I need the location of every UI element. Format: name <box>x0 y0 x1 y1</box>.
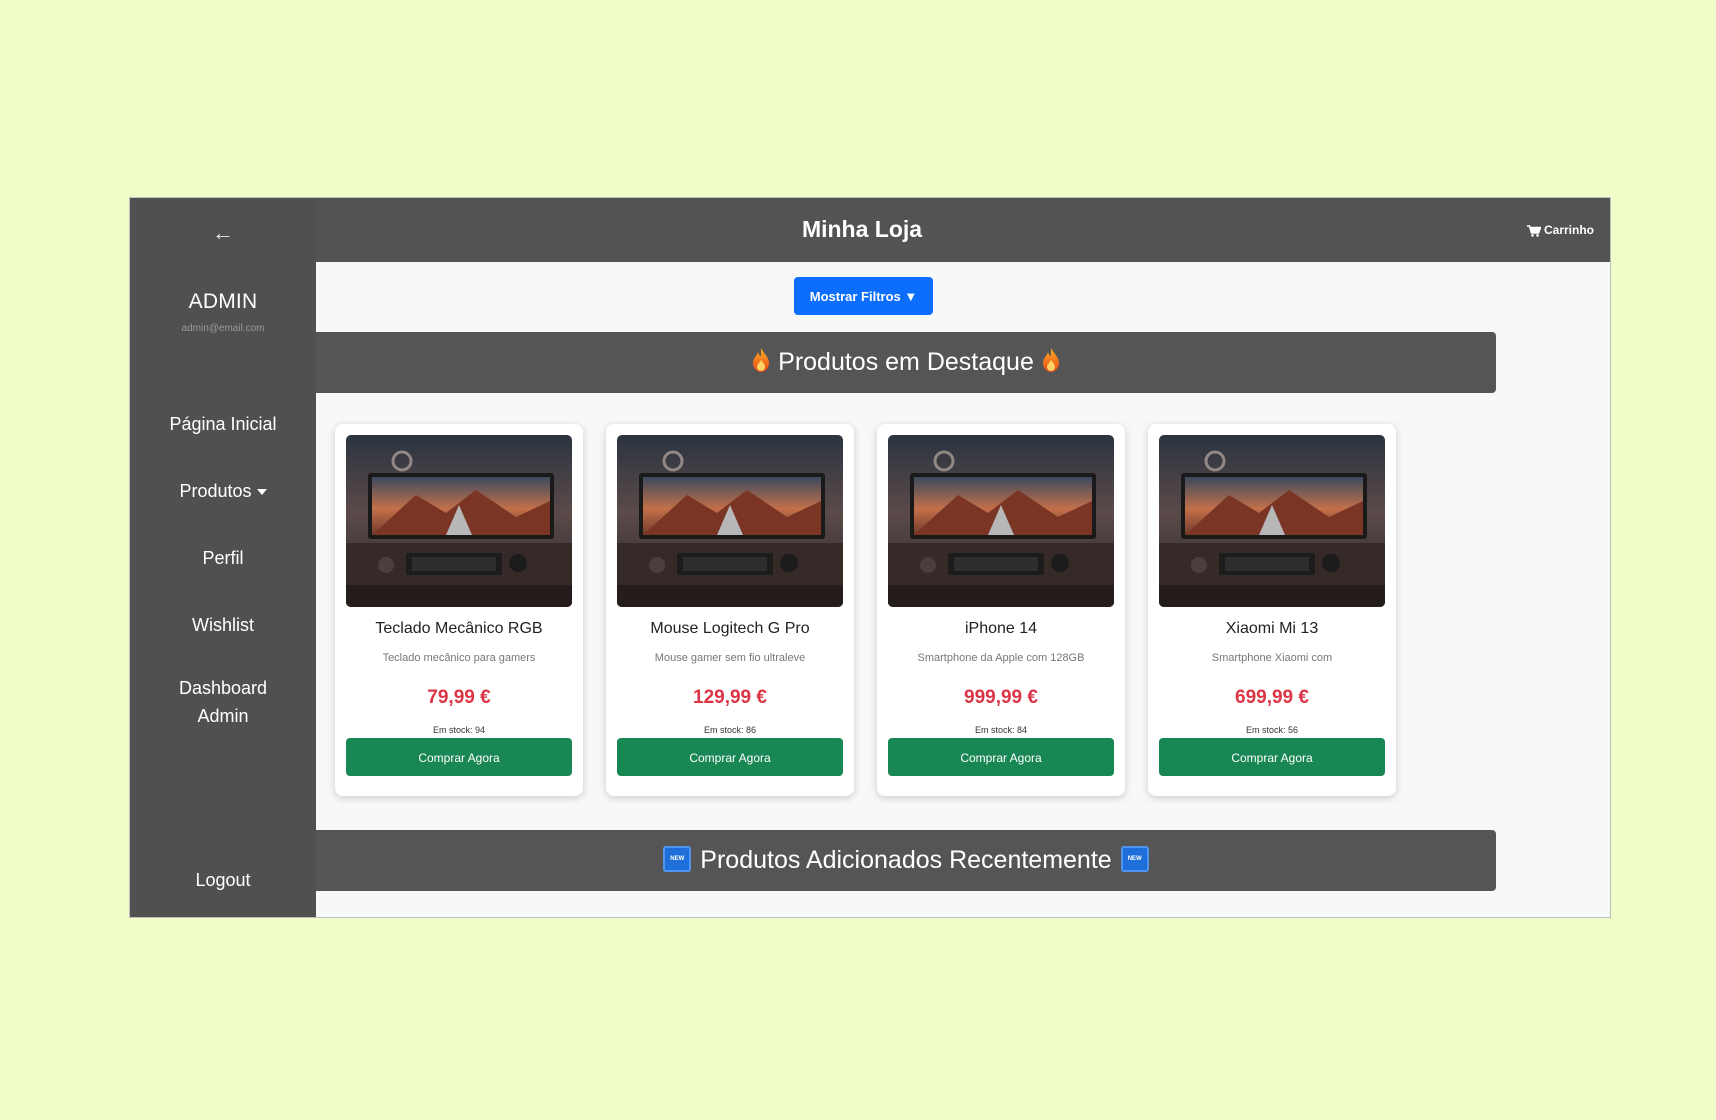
product-name: Teclado Mecânico RGB <box>375 620 543 637</box>
user-name: ADMIN <box>188 290 258 313</box>
cart-link[interactable]: Carrinho <box>1526 198 1594 262</box>
product-price: 699,99 € <box>1235 687 1309 708</box>
buy-now-button[interactable]: Comprar Agora <box>1159 738 1385 776</box>
product-description: Teclado mecânico para gamers <box>382 652 536 664</box>
shopping-cart-icon <box>1526 223 1544 237</box>
show-filters-button[interactable]: Mostrar Filtros ▼ <box>794 277 933 315</box>
product-card[interactable]: Mouse Logitech G Pro Mouse gamer sem fio… <box>606 424 854 796</box>
product-image[interactable] <box>888 435 1114 607</box>
featured-section-title: Produtos em Destaque <box>778 348 1034 376</box>
page-title[interactable]: Minha Loja <box>316 198 1408 262</box>
sidebar-item-label: Página Inicial <box>169 414 277 434</box>
product-price: 129,99 € <box>693 687 767 708</box>
sidebar-item-label: Wishlist <box>192 615 254 635</box>
caret-down-icon <box>256 489 267 496</box>
product-card[interactable]: iPhone 14 Smartphone da Apple com 128GB … <box>877 424 1125 796</box>
product-stock: Em stock: 86 <box>703 725 757 735</box>
sidebar-item-products[interactable]: Produtos <box>130 477 316 505</box>
product-description: Smartphone Xiaomi com <box>1211 652 1333 664</box>
buy-now-button[interactable]: Comprar Agora <box>888 738 1114 776</box>
product-stock: Em stock: 84 <box>974 725 1028 735</box>
sidebar-item-label: Perfil <box>202 548 244 568</box>
new-badge-icon: NEW <box>663 846 692 873</box>
product-name: Mouse Logitech G Pro <box>650 620 810 637</box>
fire-icon <box>1042 348 1059 373</box>
recent-section-title: Produtos Adicionados Recentemente <box>700 846 1112 874</box>
product-name: Xiaomi Mi 13 <box>1225 620 1319 637</box>
product-price: 999,99 € <box>964 687 1038 708</box>
new-badge-icon: NEW <box>1120 846 1149 873</box>
sidebar-item-label: Dashboard Admin <box>178 678 268 726</box>
user-email: admin@email.com <box>181 323 265 334</box>
left-arrow-icon[interactable]: ← <box>130 220 316 246</box>
product-stock: Em stock: 56 <box>1245 725 1299 735</box>
product-stock: Em stock: 94 <box>432 725 486 735</box>
product-description: Mouse gamer sem fio ultraleve <box>654 652 806 664</box>
buy-now-button[interactable]: Comprar Agora <box>617 738 843 776</box>
buy-now-button[interactable]: Comprar Agora <box>346 738 572 776</box>
top-navbar: Minha Loja Carrinho <box>316 198 1610 262</box>
cart-label: Carrinho <box>1543 223 1594 237</box>
fire-icon <box>753 348 770 373</box>
sidebar-item-label: Produtos <box>179 481 252 501</box>
featured-section-header: Produtos em Destaque <box>316 332 1496 393</box>
product-image[interactable] <box>617 435 843 607</box>
sidebar-item-home[interactable]: Página Inicial <box>130 410 316 438</box>
logout-button[interactable]: Logout <box>130 866 316 894</box>
product-image[interactable] <box>346 435 572 607</box>
recent-section-header: NEW Produtos Adicionados Recentemente NEW <box>316 830 1496 891</box>
sidebar-item-profile[interactable]: Perfil <box>130 544 316 572</box>
product-description: Smartphone da Apple com 128GB <box>917 652 1085 664</box>
logout-label: Logout <box>195 870 251 890</box>
product-name: iPhone 14 <box>964 620 1038 637</box>
product-image[interactable] <box>1159 435 1385 607</box>
app-window: ← ADMIN admin@email.com Página Inicial P… <box>130 198 1610 917</box>
product-price: 79,99 € <box>427 687 491 708</box>
sidebar-item-dashboard-admin[interactable]: Dashboard Admin <box>160 674 286 730</box>
sidebar: ← ADMIN admin@email.com Página Inicial P… <box>130 198 316 917</box>
sidebar-item-wishlist[interactable]: Wishlist <box>130 611 316 639</box>
product-card[interactable]: Xiaomi Mi 13 Smartphone Xiaomi com 699,9… <box>1148 424 1396 796</box>
product-card[interactable]: Teclado Mecânico RGB Teclado mecânico pa… <box>335 424 583 796</box>
